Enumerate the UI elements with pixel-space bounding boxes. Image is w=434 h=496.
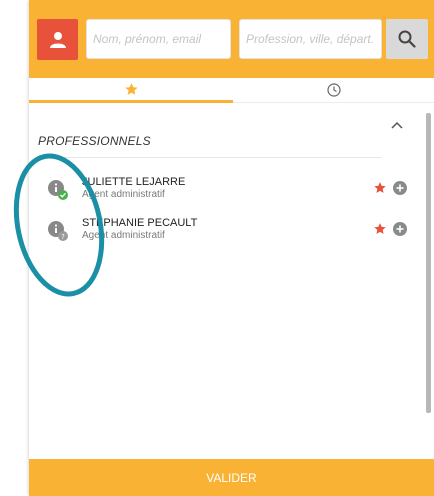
- list-item[interactable]: ? STEPHANIE PECAULT Agent administratif: [29, 217, 434, 251]
- search-icon: [398, 30, 416, 48]
- clock-icon: [326, 83, 341, 97]
- user-button[interactable]: [37, 19, 78, 60]
- tab-bar: [29, 78, 434, 103]
- name-search-input[interactable]: Nom, prénom, email: [86, 19, 231, 59]
- validate-button[interactable]: VALIDER: [29, 459, 434, 496]
- section-divider: [38, 157, 381, 158]
- professional-role: Agent administratif: [82, 189, 165, 200]
- add-plus-icon[interactable]: [393, 181, 407, 195]
- search-button[interactable]: [386, 19, 428, 59]
- user-icon: [49, 31, 66, 48]
- tab-favorites[interactable]: [29, 78, 233, 103]
- professional-name: JULIETTE LEJARRE: [82, 176, 186, 188]
- professional-name: STEPHANIE PECAULT: [82, 217, 198, 229]
- check-badge-icon: [58, 190, 68, 200]
- collapse-chevron-up-icon[interactable]: [391, 116, 403, 134]
- list-item[interactable]: JULIETTE LEJARRE Agent administratif: [29, 176, 434, 210]
- favorite-star-icon[interactable]: [373, 222, 387, 236]
- search-panel: Nom, prénom, email Profession, ville, dé…: [29, 0, 434, 496]
- svg-text:?: ?: [61, 233, 65, 241]
- star-icon: [124, 82, 138, 95]
- profession-search-input[interactable]: Profession, ville, départ.: [239, 19, 382, 59]
- scrollbar[interactable]: [426, 113, 431, 413]
- top-bar: Nom, prénom, email Profession, ville, dé…: [29, 0, 434, 78]
- tab-history[interactable]: [233, 78, 434, 103]
- question-badge-icon: ?: [58, 231, 68, 241]
- section-title: PROFESSIONNELS: [38, 134, 151, 148]
- favorite-star-icon[interactable]: [373, 181, 387, 195]
- professional-role: Agent administratif: [82, 230, 165, 241]
- add-plus-icon[interactable]: [393, 222, 407, 236]
